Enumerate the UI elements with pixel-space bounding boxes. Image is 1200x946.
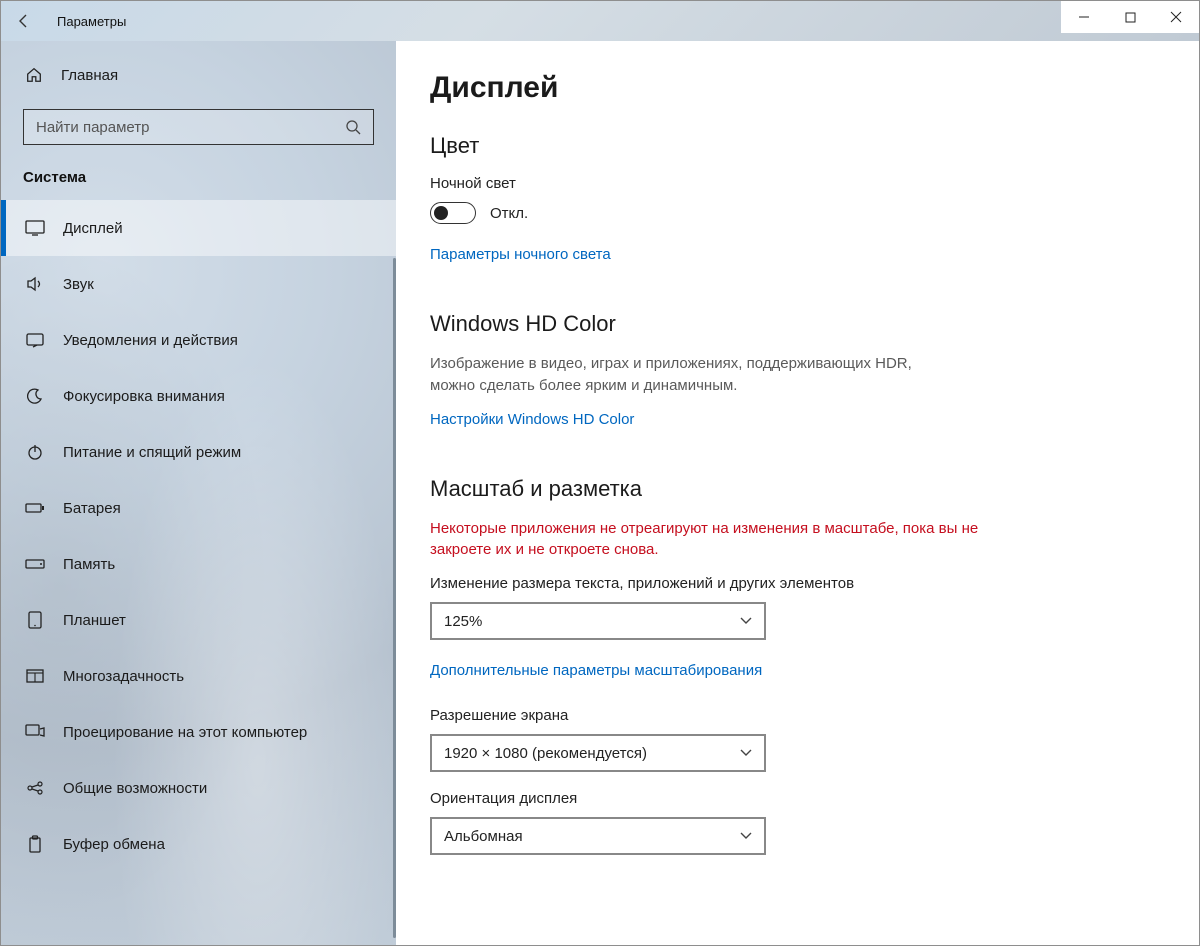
notification-icon <box>25 332 45 348</box>
sidebar-item-label: Многозадачность <box>63 668 184 685</box>
settings-window: Параметры Главная <box>0 0 1200 946</box>
sidebar-item-battery[interactable]: Батарея <box>1 480 396 536</box>
night-light-toggle[interactable] <box>430 202 476 224</box>
main-content: Дисплей Цвет Ночной свет Откл. Параметры… <box>396 41 1199 945</box>
titlebar: Параметры <box>1 1 1199 41</box>
night-light-settings-link[interactable]: Параметры ночного света <box>430 246 611 263</box>
sidebar-item-tablet[interactable]: Планшет <box>1 592 396 648</box>
sidebar-scrollbar[interactable] <box>393 258 396 938</box>
sidebar-item-label: Звук <box>63 276 94 293</box>
sidebar-item-label: Общие возможности <box>63 780 207 797</box>
advanced-scaling-link[interactable]: Дополнительные параметры масштабирования <box>430 662 762 679</box>
resolution-dropdown[interactable]: 1920 × 1080 (рекомендуется) <box>430 734 766 772</box>
sidebar-item-display[interactable]: Дисплей <box>1 200 396 256</box>
sidebar-item-shared[interactable]: Общие возможности <box>1 760 396 816</box>
back-button[interactable] <box>1 1 47 41</box>
battery-icon <box>25 502 45 514</box>
multitask-icon <box>25 669 45 683</box>
sidebar-item-label: Планшет <box>63 612 126 629</box>
night-light-row: Откл. <box>430 202 1165 224</box>
sidebar-item-clipboard[interactable]: Буфер обмена <box>1 816 396 872</box>
scale-label: Изменение размера текста, приложений и д… <box>430 575 1165 592</box>
section-scale: Масштаб и разметка <box>430 476 1165 502</box>
chevron-down-icon <box>740 832 752 840</box>
sidebar-item-power[interactable]: Питание и спящий режим <box>1 424 396 480</box>
storage-icon <box>25 559 45 569</box>
window-title: Параметры <box>57 14 126 29</box>
orientation-label: Ориентация дисплея <box>430 790 1165 807</box>
sidebar-item-focus[interactable]: Фокусировка внимания <box>1 368 396 424</box>
sidebar-item-projecting[interactable]: Проецирование на этот компьютер <box>1 704 396 760</box>
hdcolor-settings-link[interactable]: Настройки Windows HD Color <box>430 411 634 428</box>
orientation-value: Альбомная <box>444 828 523 845</box>
sidebar-item-label: Питание и спящий режим <box>63 444 241 461</box>
sidebar-item-multitask[interactable]: Многозадачность <box>1 648 396 704</box>
sidebar-item-label: Фокусировка внимания <box>63 388 225 405</box>
hdcolor-description: Изображение в видео, играх и приложениях… <box>430 353 950 397</box>
sidebar-item-label: Дисплей <box>63 220 123 237</box>
clipboard-icon <box>25 835 45 853</box>
section-hdcolor: Windows HD Color <box>430 311 1165 337</box>
chevron-down-icon <box>740 749 752 757</box>
resolution-value: 1920 × 1080 (рекомендуется) <box>444 745 647 762</box>
sidebar-item-notifications[interactable]: Уведомления и действия <box>1 312 396 368</box>
sidebar-item-storage[interactable]: Память <box>1 536 396 592</box>
home-button[interactable]: Главная <box>1 47 396 103</box>
search-input[interactable] <box>23 109 374 145</box>
project-icon <box>25 724 45 740</box>
sidebar-item-label: Проецирование на этот компьютер <box>63 724 307 741</box>
sidebar-item-label: Память <box>63 556 115 573</box>
window-controls <box>1061 1 1199 33</box>
night-light-state: Откл. <box>490 205 528 222</box>
sidebar-item-sound[interactable]: Звук <box>1 256 396 312</box>
moon-icon <box>25 388 45 404</box>
body: Главная Система Дисплей <box>1 41 1199 945</box>
chevron-down-icon <box>740 617 752 625</box>
scale-dropdown[interactable]: 125% <box>430 602 766 640</box>
scale-value: 125% <box>444 613 482 630</box>
night-light-label: Ночной свет <box>430 175 1165 192</box>
orientation-dropdown[interactable]: Альбомная <box>430 817 766 855</box>
resolution-label: Разрешение экрана <box>430 707 1165 724</box>
sidebar: Главная Система Дисплей <box>1 41 396 945</box>
shared-icon <box>25 780 45 796</box>
section-color: Цвет <box>430 133 1165 159</box>
sound-icon <box>25 276 45 292</box>
home-icon <box>25 66 43 84</box>
sidebar-item-label: Уведомления и действия <box>63 332 238 349</box>
maximize-button[interactable] <box>1107 1 1153 33</box>
search-wrap <box>1 103 396 145</box>
toggle-knob <box>434 206 448 220</box>
tablet-icon <box>25 611 45 629</box>
minimize-button[interactable] <box>1061 1 1107 33</box>
category-label: Система <box>1 145 396 200</box>
close-button[interactable] <box>1153 1 1199 33</box>
sidebar-item-label: Батарея <box>63 500 121 517</box>
search-icon <box>345 119 361 135</box>
display-icon <box>25 220 45 236</box>
power-icon <box>25 444 45 460</box>
nav-list: Дисплей Звук Уведомления и действия <box>1 200 396 872</box>
scale-warning: Некоторые приложения не отреагируют на и… <box>430 518 990 562</box>
sidebar-item-label: Буфер обмена <box>63 836 165 853</box>
search-field[interactable] <box>36 119 345 136</box>
page-title: Дисплей <box>430 71 1165 105</box>
home-label: Главная <box>61 67 118 84</box>
